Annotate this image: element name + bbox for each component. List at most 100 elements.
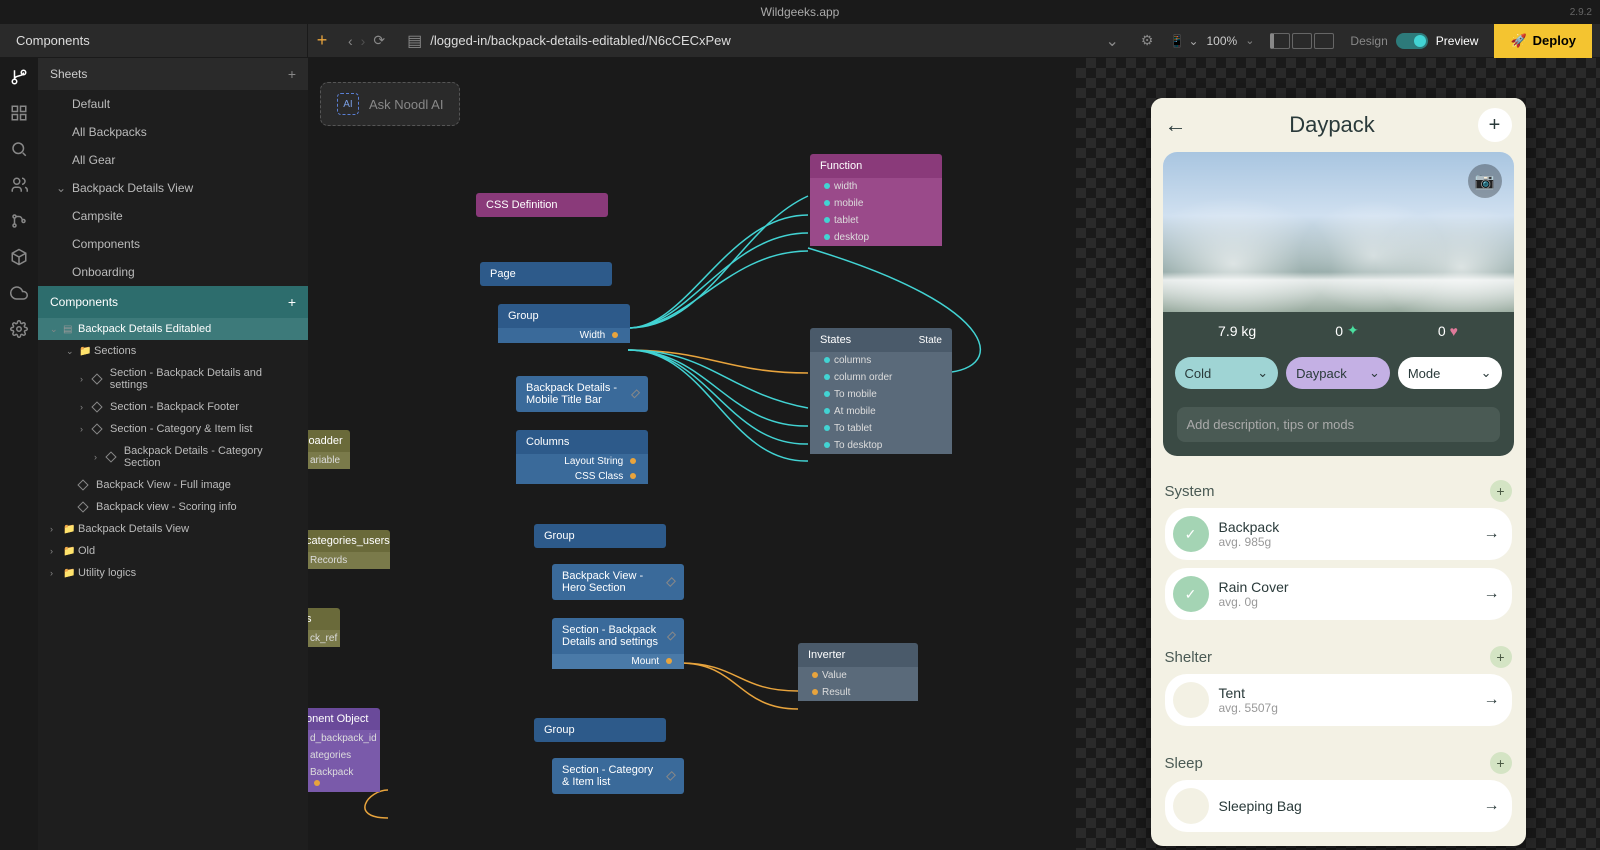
gear-item-row[interactable]: Tentavg. 5507g→ bbox=[1165, 674, 1512, 726]
description-input[interactable]: Add description, tips or mods bbox=[1177, 407, 1500, 442]
tree-item[interactable]: ›Section - Category & Item list bbox=[38, 418, 308, 440]
debug-icon[interactable]: ⚙ bbox=[1141, 32, 1154, 49]
device-selector[interactable]: 📱⌄ bbox=[1169, 34, 1198, 48]
node-group-3[interactable]: Group bbox=[534, 718, 666, 742]
tree-root[interactable]: ⌄ ▤ Backpack Details Editabled bbox=[38, 318, 308, 340]
branch-icon[interactable] bbox=[8, 66, 30, 88]
tree-item[interactable]: ›Section - Backpack Footer bbox=[38, 396, 308, 418]
node-port[interactable]: At mobile bbox=[810, 403, 952, 420]
node-misc[interactable]: s ck_ref bbox=[308, 608, 340, 647]
gear-item-row[interactable]: Sleeping Bag→ bbox=[1165, 780, 1512, 832]
git-icon[interactable] bbox=[8, 210, 30, 232]
gear-item-row[interactable]: ✓Backpackavg. 985g→ bbox=[1165, 508, 1512, 560]
tree-item[interactable]: ›📁Old bbox=[38, 540, 308, 562]
add-component-button[interactable]: + bbox=[308, 27, 336, 55]
nav-back-button[interactable]: ‹ bbox=[348, 33, 353, 49]
node-loader[interactable]: loadder ariable bbox=[308, 430, 350, 469]
tree-item[interactable]: ›📁Utility logics bbox=[38, 562, 308, 584]
chevron-down-icon: ⌄ bbox=[1369, 365, 1380, 381]
add-sheet-button[interactable]: + bbox=[288, 66, 296, 82]
sheet-item[interactable]: Campsite bbox=[38, 202, 308, 230]
tree-item[interactable]: ›Section - Backpack Details and settings bbox=[38, 362, 308, 396]
grid-icon[interactable] bbox=[8, 102, 30, 124]
tree-sections[interactable]: ⌄ 📁 Sections bbox=[38, 340, 308, 362]
node-port[interactable]: width bbox=[810, 178, 942, 195]
diamond-icon bbox=[630, 389, 640, 399]
ai-prompt[interactable]: AI Ask Noodl AI bbox=[320, 82, 460, 126]
sheet-item[interactable]: Components bbox=[38, 230, 308, 258]
node-port[interactable]: column order bbox=[810, 369, 952, 386]
folder-icon: 📁 bbox=[63, 524, 73, 535]
node-catusers[interactable]: categories_users Records bbox=[308, 530, 390, 569]
node-compobj[interactable]: onent Object d_backpack_id ategories Bac… bbox=[308, 708, 380, 792]
layout-detach-button[interactable] bbox=[1314, 33, 1334, 49]
mode-toggle[interactable] bbox=[1396, 33, 1428, 49]
search-icon[interactable] bbox=[8, 138, 30, 160]
check-toggle[interactable] bbox=[1173, 788, 1209, 824]
sheet-item[interactable]: All Gear bbox=[38, 146, 308, 174]
node-canvas[interactable]: AI Ask Noodl AI CSS Definition Page Grou… bbox=[308, 58, 1076, 850]
gear-item-row[interactable]: ✓Rain Coveravg. 0g→ bbox=[1165, 568, 1512, 620]
node-port[interactable]: To tablet bbox=[810, 420, 952, 437]
tree-item[interactable]: ›📁Backpack Details View bbox=[38, 518, 308, 540]
check-toggle[interactable] bbox=[1173, 682, 1209, 718]
node-titlebar[interactable]: Backpack Details - Mobile Title Bar bbox=[516, 376, 648, 412]
chip-mode[interactable]: Mode⌄ bbox=[1398, 357, 1502, 389]
design-mode-label[interactable]: Design bbox=[1350, 34, 1387, 48]
node-function[interactable]: Function widthmobiletabletdesktop bbox=[810, 154, 942, 246]
node-css-definition[interactable]: CSS Definition bbox=[476, 193, 608, 217]
node-states[interactable]: StatesState columnscolumn orderTo mobile… bbox=[810, 328, 952, 454]
hero-image[interactable]: 📷 bbox=[1163, 152, 1514, 312]
section-add-button[interactable]: + bbox=[1490, 752, 1512, 774]
node-port[interactable]: To desktop bbox=[810, 437, 952, 454]
node-group-1[interactable]: Group Width bbox=[498, 304, 630, 343]
back-button[interactable]: ← bbox=[1165, 112, 1187, 138]
deploy-button[interactable]: 🚀 Deploy bbox=[1494, 24, 1592, 58]
cloud-icon[interactable] bbox=[8, 282, 30, 304]
url-chevron-icon[interactable]: ⌄ bbox=[1106, 31, 1119, 51]
nav-forward-button[interactable]: › bbox=[361, 33, 366, 49]
settings-icon[interactable] bbox=[8, 318, 30, 340]
node-port[interactable]: mobile bbox=[810, 195, 942, 212]
layout-full-button[interactable] bbox=[1292, 33, 1312, 49]
node-details[interactable]: Section - Backpack Details and settings … bbox=[552, 618, 684, 669]
preview-mode-label[interactable]: Preview bbox=[1436, 34, 1479, 48]
node-port[interactable]: To mobile bbox=[810, 386, 952, 403]
add-button[interactable]: + bbox=[1478, 108, 1512, 142]
node-port[interactable]: desktop bbox=[810, 229, 942, 246]
sheet-item[interactable]: Default bbox=[38, 90, 308, 118]
node-port[interactable]: columns bbox=[810, 352, 952, 369]
node-group-2[interactable]: Group bbox=[534, 524, 666, 548]
chevron-down-icon[interactable]: ⌄ bbox=[1245, 34, 1254, 47]
chip-climate[interactable]: Cold⌄ bbox=[1175, 357, 1279, 389]
node-page[interactable]: Page bbox=[480, 262, 612, 286]
users-icon[interactable] bbox=[8, 174, 30, 196]
components-header: Components + bbox=[38, 286, 308, 318]
tree-item[interactable]: Backpack view - Scoring info bbox=[38, 496, 308, 518]
sheet-item[interactable]: All Backpacks bbox=[38, 118, 308, 146]
sheets-header: Sheets + bbox=[38, 58, 308, 90]
camera-button[interactable]: 📷 bbox=[1468, 164, 1502, 198]
arrow-right-icon: → bbox=[1484, 585, 1500, 603]
sheet-item[interactable]: Onboarding bbox=[38, 258, 308, 286]
tree-item[interactable]: Backpack View - Full image bbox=[38, 474, 308, 496]
node-port[interactable]: tablet bbox=[810, 212, 942, 229]
package-icon[interactable] bbox=[8, 246, 30, 268]
section-add-button[interactable]: + bbox=[1490, 480, 1512, 502]
section-add-button[interactable]: + bbox=[1490, 646, 1512, 668]
url-bar[interactable]: ▤ /logged-in/backpack-details-editabled/… bbox=[397, 27, 1129, 55]
layout-split-button[interactable] bbox=[1270, 33, 1290, 49]
node-hero[interactable]: Backpack View - Hero Section bbox=[552, 564, 684, 600]
node-inverter[interactable]: Inverter Value Result bbox=[798, 643, 918, 701]
item-title: Rain Cover bbox=[1219, 579, 1474, 595]
node-columns[interactable]: Columns Layout String CSS Class bbox=[516, 430, 648, 484]
tree-item[interactable]: ›Backpack Details - Category Section bbox=[38, 440, 308, 474]
sheet-item[interactable]: ⌄Backpack Details View bbox=[38, 174, 308, 202]
node-catlist[interactable]: Section - Category & Item list bbox=[552, 758, 684, 794]
check-toggle[interactable]: ✓ bbox=[1173, 516, 1209, 552]
nav-refresh-button[interactable]: ⟳ bbox=[373, 32, 385, 49]
check-toggle[interactable]: ✓ bbox=[1173, 576, 1209, 612]
chip-pack[interactable]: Daypack⌄ bbox=[1286, 357, 1390, 389]
zoom-level[interactable]: 100% bbox=[1207, 34, 1238, 48]
add-component-button[interactable]: + bbox=[288, 294, 296, 310]
